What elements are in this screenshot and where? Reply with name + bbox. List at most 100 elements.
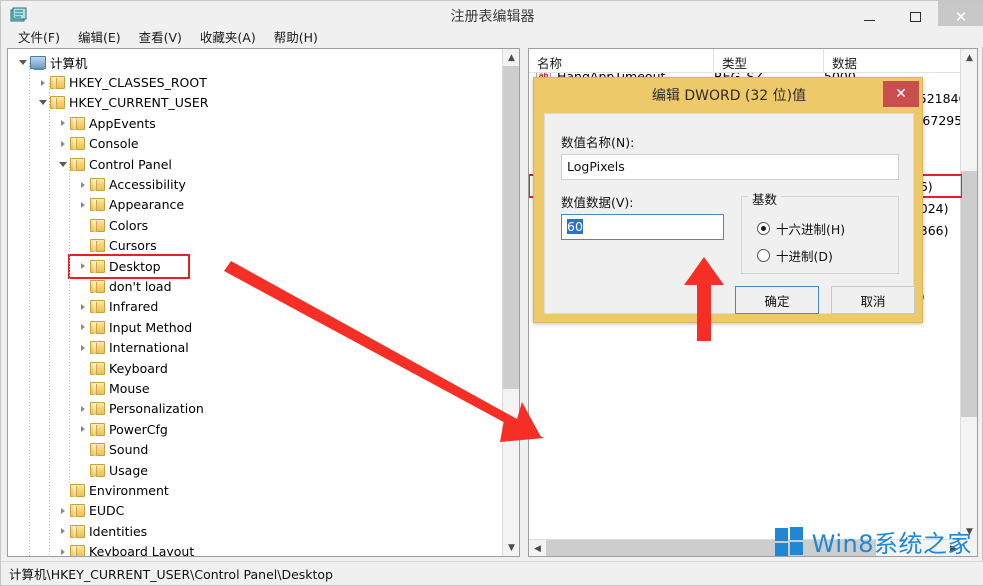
folder-icon [70, 545, 85, 556]
tree-node-powercfg[interactable]: PowerCfg [8, 419, 503, 439]
tree-node-label: Usage [109, 463, 152, 478]
tree-node-label: Personalization [109, 401, 208, 416]
ok-button[interactable]: 确定 [735, 286, 819, 314]
chevron-right-icon[interactable] [76, 256, 90, 276]
radio-hex-indicator [757, 222, 770, 235]
tree-node-label: Infrared [109, 299, 162, 314]
chevron-right-icon[interactable] [76, 419, 90, 439]
list-scroll-thumb[interactable] [961, 171, 978, 417]
tree-node-label: don't load [109, 279, 176, 294]
folder-icon [90, 362, 105, 375]
tree-node-label: Keyboard Layout [89, 544, 198, 556]
radio-hexadecimal[interactable]: 十六进制(H) [757, 219, 845, 238]
tree-node-console[interactable]: Console [8, 134, 503, 154]
radio-dec-indicator [757, 249, 770, 262]
status-path: 计算机\HKEY_CURRENT_USER\Control Panel\Desk… [9, 564, 333, 583]
tree-node-personalization[interactable]: Personalization [8, 399, 503, 419]
folder-icon [90, 382, 105, 395]
cancel-button[interactable]: 取消 [831, 286, 915, 314]
menu-file[interactable]: 文件(F) [9, 25, 69, 48]
tree-node-accessibility[interactable]: Accessibility [8, 174, 503, 194]
tree-node-sound[interactable]: Sound [8, 439, 503, 459]
folder-icon [90, 198, 105, 211]
tree-leaf-spacer [56, 480, 70, 500]
value-data-label: 数值数据(V): [561, 192, 634, 211]
chevron-right-icon[interactable] [76, 338, 90, 358]
scroll-up-icon[interactable]: ▲ [503, 49, 520, 66]
watermark-text: Win8系统之家 [812, 524, 972, 559]
folder-icon [70, 117, 85, 130]
tree-node-label: Console [89, 136, 143, 151]
tree-node-keyboard[interactable]: Keyboard [8, 358, 503, 378]
tree-leaf-spacer [76, 378, 90, 398]
chevron-right-icon[interactable] [56, 542, 70, 556]
tree-node-control-panel[interactable]: Control Panel [8, 154, 503, 174]
chevron-right-icon[interactable] [56, 113, 70, 133]
tree-node-don-t-load[interactable]: don't load [8, 276, 503, 296]
column-type[interactable]: 类型 [714, 49, 824, 73]
chevron-right-icon[interactable] [76, 297, 90, 317]
chevron-right-icon[interactable] [56, 134, 70, 154]
folder-icon [90, 300, 105, 313]
tree-node-mouse[interactable]: Mouse [8, 378, 503, 398]
dialog-close-button[interactable]: ✕ [883, 81, 919, 107]
column-data[interactable]: 数据 [824, 49, 962, 73]
chevron-right-icon[interactable] [56, 521, 70, 541]
tree-leaf-spacer [76, 276, 90, 296]
close-icon: ✕ [955, 10, 968, 25]
menu-help[interactable]: 帮助(H) [265, 25, 327, 48]
tree-scroll-thumb[interactable] [503, 66, 520, 389]
menu-view[interactable]: 查看(V) [130, 25, 191, 48]
chevron-right-icon[interactable] [36, 73, 50, 93]
folder-icon [90, 219, 105, 232]
chevron-right-icon[interactable] [76, 195, 90, 215]
chevron-right-icon[interactable] [76, 175, 90, 195]
chevron-right-icon[interactable] [76, 399, 90, 419]
list-scroll-up-icon[interactable]: ▲ [961, 49, 978, 66]
scroll-down-icon[interactable]: ▼ [503, 539, 520, 556]
tree-node-environment[interactable]: Environment [8, 480, 503, 500]
tree-node-appearance[interactable]: Appearance [8, 195, 503, 215]
menu-edit[interactable]: 编辑(E) [69, 25, 130, 48]
base-group-label: 基数 [748, 189, 781, 208]
tree-node--[interactable]: 计算机 [8, 52, 503, 72]
tree-node-desktop[interactable]: Desktop [8, 256, 503, 276]
tree-node-hkey-current-user[interactable]: HKEY_CURRENT_USER [8, 93, 503, 113]
tree-vertical-scrollbar[interactable]: ▲ ▼ [502, 49, 519, 556]
windows-logo-icon [775, 527, 805, 557]
edit-dword-dialog: 编辑 DWORD (32 位)值 ✕ 数值名称(N): LogPixels 数值… [533, 77, 923, 323]
chevron-right-icon[interactable] [76, 317, 90, 337]
folder-icon [90, 280, 105, 293]
tree-node-label: Appearance [109, 197, 188, 212]
list-scroll-left-icon[interactable]: ◀ [529, 540, 546, 557]
radio-decimal[interactable]: 十进制(D) [757, 246, 833, 265]
chevron-down-icon[interactable] [16, 52, 30, 72]
registry-editor-window: 注册表编辑器 ✕ 文件(F)编辑(E)查看(V)收藏夹(A)帮助(H) 计算机H… [0, 0, 983, 586]
list-vertical-scrollbar[interactable]: ▲ ▼ [960, 49, 977, 540]
column-name[interactable]: 名称 [529, 49, 714, 73]
menu-favorites[interactable]: 收藏夹(A) [191, 25, 265, 48]
tree-node-appevents[interactable]: AppEvents [8, 113, 503, 133]
tree-node-international[interactable]: International [8, 337, 503, 357]
tree-node-label: Accessibility [109, 177, 190, 192]
tree-node-infrared[interactable]: Infrared [8, 297, 503, 317]
tree-node-label: Desktop [109, 259, 165, 274]
tree-node-label: EUDC [89, 503, 128, 518]
chevron-right-icon[interactable] [56, 501, 70, 521]
tree-node-input-method[interactable]: Input Method [8, 317, 503, 337]
tree-node-cursors[interactable]: Cursors [8, 236, 503, 256]
value-name-input[interactable]: LogPixels [561, 154, 899, 180]
tree-node-identities[interactable]: Identities [8, 521, 503, 541]
chevron-down-icon[interactable] [36, 93, 50, 113]
tree-node-eudc[interactable]: EUDC [8, 501, 503, 521]
tree-node-usage[interactable]: Usage [8, 460, 503, 480]
tree-node-colors[interactable]: Colors [8, 215, 503, 235]
tree-node-keyboard-layout[interactable]: Keyboard Layout [8, 541, 503, 556]
folder-icon [70, 158, 85, 171]
dialog-body: 数值名称(N): LogPixels 数值数据(V): 60 基数 十六进制(H… [544, 113, 914, 314]
tree-node-hkey-classes-root[interactable]: HKEY_CLASSES_ROOT [8, 72, 503, 92]
value-data-input[interactable]: 60 [561, 214, 724, 240]
chevron-down-icon[interactable] [56, 154, 70, 174]
tree-node-label: AppEvents [89, 116, 160, 131]
folder-icon [70, 484, 85, 497]
